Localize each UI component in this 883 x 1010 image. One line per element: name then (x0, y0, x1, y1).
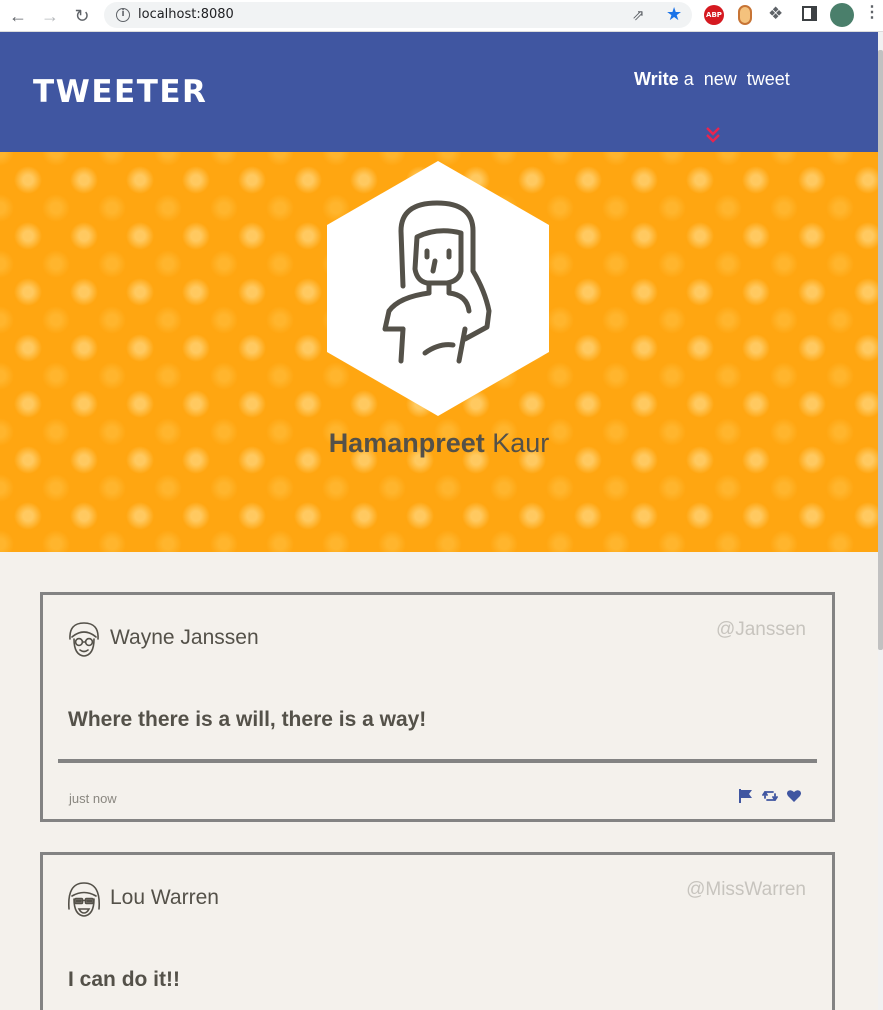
adblock-icon[interactable]: ABP (704, 5, 724, 25)
double-chevron-down-icon[interactable] (705, 126, 721, 144)
info-icon[interactable]: i (116, 8, 130, 22)
user-avatar-icon (67, 882, 101, 917)
share-icon[interactable]: ⇗ (632, 6, 645, 24)
user-avatar-icon (69, 622, 99, 657)
tweet-handle: @MissWarren (686, 879, 806, 900)
side-panel-icon[interactable] (802, 6, 817, 21)
tweet-author: Lou Warren (110, 886, 219, 909)
profile-first-name: Hamanpreet (328, 428, 485, 458)
profile-last-name: Kaur (492, 428, 550, 458)
scrollbar-thumb[interactable] (878, 50, 883, 650)
tweet-actions (738, 788, 802, 804)
tweet-handle: @Janssen (715, 619, 806, 640)
star-icon[interactable]: ★ (666, 4, 682, 25)
reload-icon[interactable]: ↻ (70, 4, 94, 28)
tweet-timestamp: just now (69, 791, 117, 806)
more-menu-icon[interactable]: ⋮ (864, 5, 880, 21)
browser-toolbar: ← → ↻ i localhost:8080 ⇗ ★ ABP ❖ ⋮ (0, 0, 883, 32)
compose-label-bold: Write (634, 69, 679, 89)
profile-avatar-icon[interactable] (830, 3, 854, 27)
tweet-card: Lou Warren @MissWarren I can do it!! (40, 852, 835, 1010)
app-header: TWEETER Write a new tweet (0, 32, 878, 152)
tweet-content: I can do it!! (68, 968, 180, 991)
retweet-icon[interactable] (762, 788, 778, 804)
flag-icon[interactable] (738, 788, 754, 804)
tweet-divider (58, 759, 817, 763)
app-logo[interactable]: TWEETER (33, 74, 207, 110)
url-text[interactable]: localhost:8080 (138, 7, 234, 22)
heart-icon[interactable] (786, 788, 802, 804)
forward-arrow-icon[interactable]: → (38, 4, 62, 28)
profile-avatar (327, 161, 549, 416)
tweet-content: Where there is a will, there is a way! (68, 708, 427, 731)
tweet-author: Wayne Janssen (110, 626, 259, 649)
write-new-tweet-link[interactable]: Write a new tweet (634, 69, 790, 90)
compose-label-rest: a new tweet (683, 69, 790, 89)
honey-icon[interactable] (738, 5, 752, 25)
tweet-card: Wayne Janssen @Janssen Where there is a … (40, 592, 835, 822)
puzzle-icon[interactable]: ❖ (768, 4, 783, 24)
address-bar[interactable]: i localhost:8080 ⇗ ★ (104, 2, 692, 28)
back-arrow-icon[interactable]: ← (6, 4, 30, 28)
profile-name: Hamanpreet Kaur (0, 428, 878, 459)
page-scrollbar[interactable] (878, 32, 883, 1010)
